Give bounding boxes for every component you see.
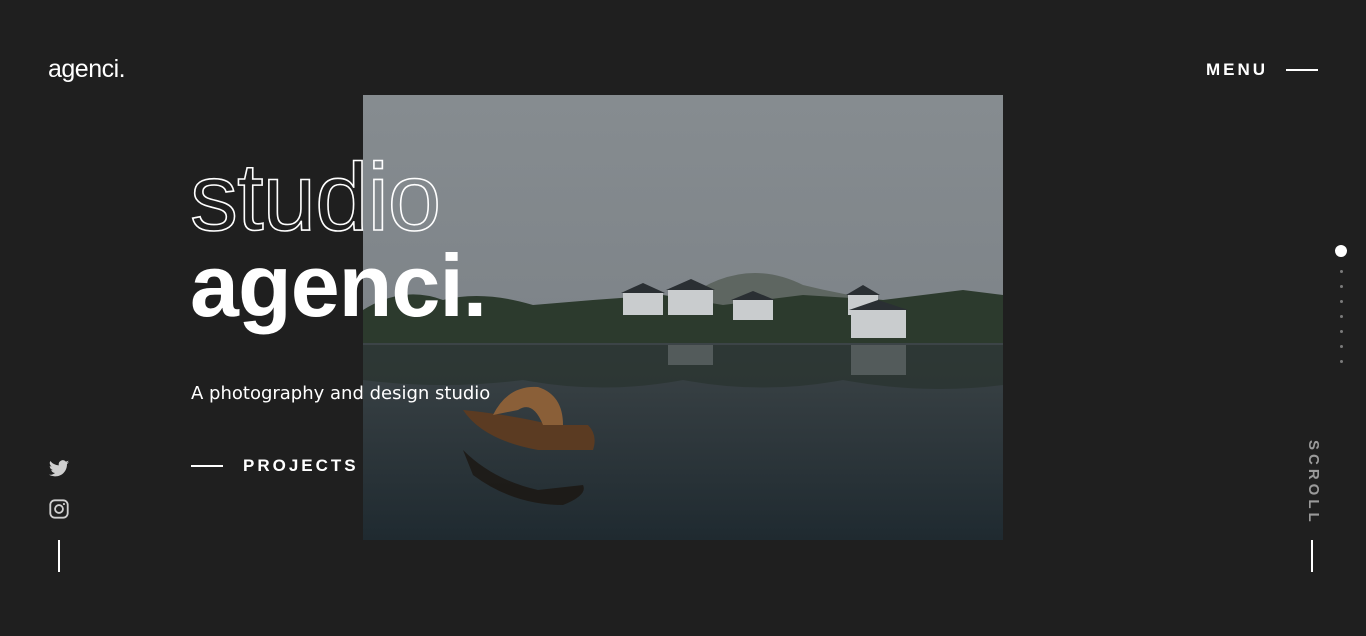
menu-label: MENU — [1205, 60, 1268, 79]
slider-dot[interactable] — [1339, 270, 1343, 273]
menu-icon — [1286, 69, 1318, 71]
right-divider — [1311, 540, 1313, 572]
slider-dot[interactable] — [1335, 245, 1347, 257]
projects-line-icon — [191, 465, 223, 467]
slider-dot[interactable] — [1339, 330, 1343, 333]
instagram-icon[interactable] — [48, 498, 70, 520]
slider-dot[interactable] — [1339, 345, 1343, 348]
projects-link[interactable]: PROJECTS — [191, 456, 359, 476]
logo[interactable]: agenci. — [48, 55, 126, 84]
slider-dot[interactable] — [1339, 285, 1343, 288]
slider-dot[interactable] — [1339, 315, 1343, 318]
hero-title-outline: studio — [189, 144, 442, 251]
slider-dot[interactable] — [1339, 360, 1343, 363]
scroll-indicator[interactable]: SCROLL — [1305, 440, 1322, 526]
projects-label: PROJECTS — [243, 456, 359, 475]
slider-dot[interactable] — [1339, 300, 1343, 303]
hero-subtitle: A photography and design studio — [191, 383, 491, 404]
menu-button[interactable]: MENU — [1206, 60, 1318, 80]
hero-title-solid: agenci. — [190, 236, 487, 335]
social-links — [48, 458, 70, 520]
left-divider — [58, 540, 60, 572]
twitter-icon[interactable] — [48, 458, 70, 480]
slider-pagination — [1335, 245, 1347, 363]
hero-title: studio agenci. — [189, 144, 487, 335]
